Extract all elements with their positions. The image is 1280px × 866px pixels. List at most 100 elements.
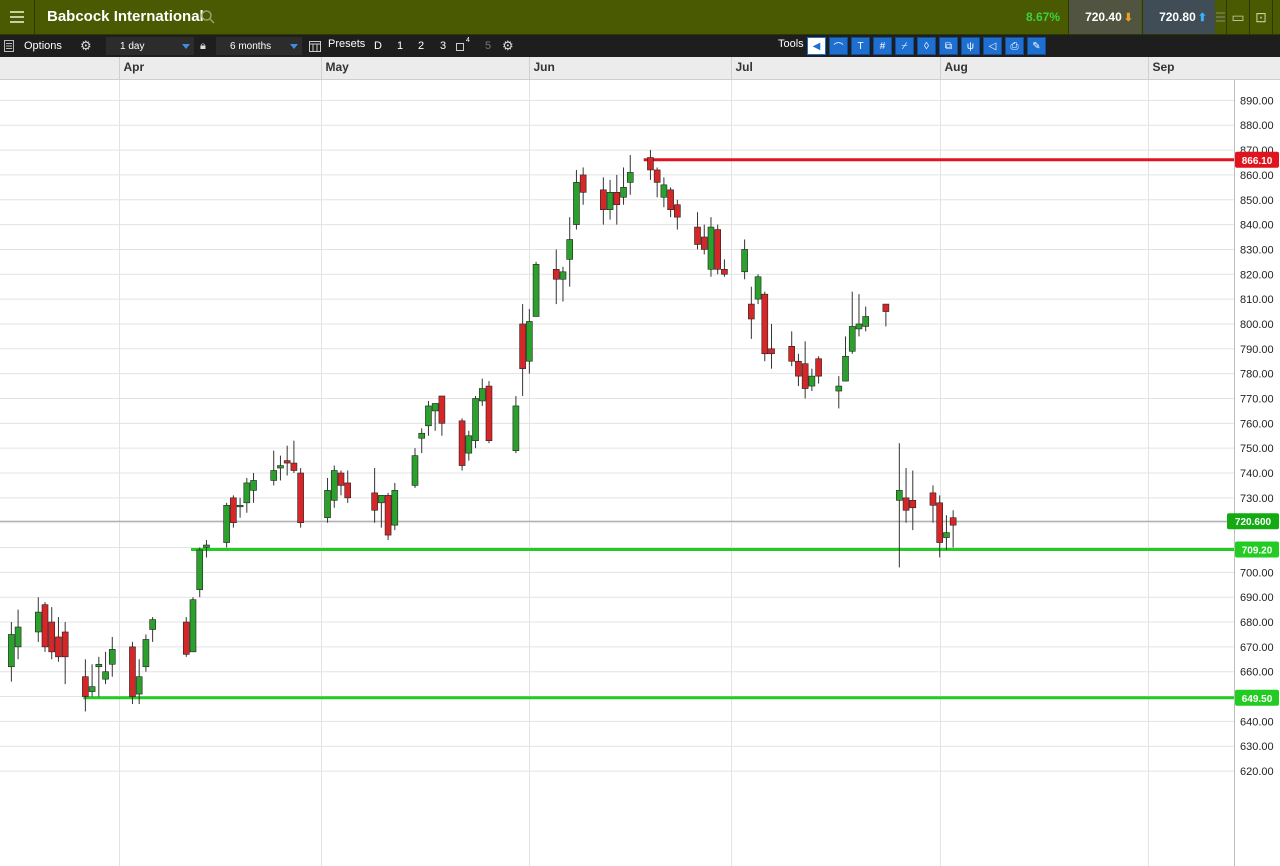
candle-body <box>411 455 419 486</box>
candle-body <box>613 192 621 206</box>
y-tick-label: 790.00 <box>1240 344 1274 356</box>
x-month-label: Jul <box>735 60 753 74</box>
svg-text:649.50: 649.50 <box>1242 694 1273 705</box>
candle-body <box>425 405 432 427</box>
candle-body <box>230 497 237 523</box>
menu-icon[interactable] <box>0 0 35 34</box>
candle-body <box>129 646 136 697</box>
y-tick-label: 840.00 <box>1240 220 1274 232</box>
svg-text:720.600: 720.600 <box>1235 517 1272 528</box>
preset-settings-icon[interactable]: ⚙ <box>502 35 514 57</box>
channel-tool-icon[interactable]: ⧉ <box>939 37 958 55</box>
buy-price: 720.80 <box>1159 10 1196 24</box>
search-icon[interactable] <box>200 9 216 25</box>
preset-2-button[interactable]: 2 <box>418 35 424 57</box>
y-tick-label: 770.00 <box>1240 393 1274 405</box>
x-month-separator <box>731 57 732 79</box>
candle-body <box>512 405 520 451</box>
drag-handle-icon[interactable] <box>1215 0 1226 34</box>
y-tick-label: 690.00 <box>1240 592 1274 604</box>
tools-label: Tools <box>778 38 804 50</box>
lock-icon[interactable]: 🔒︎ <box>200 35 206 57</box>
candle-body <box>290 462 298 471</box>
y-tick-label: 820.00 <box>1240 269 1274 281</box>
candle-body <box>647 157 654 171</box>
y-tick-label: 740.00 <box>1240 468 1274 480</box>
candle-body <box>862 316 869 327</box>
candle-body <box>532 264 540 317</box>
fibonacci-tool-icon[interactable]: ⌿ <box>895 37 914 55</box>
close-icon[interactable]: ✕ <box>1272 0 1280 34</box>
candle-body <box>88 686 96 692</box>
y-tick-label: 660.00 <box>1240 667 1274 679</box>
text-tool-icon[interactable]: T <box>851 37 870 55</box>
y-tick-label: 700.00 <box>1240 567 1274 579</box>
calendar-icon[interactable] <box>309 35 321 57</box>
grid-tool-icon[interactable]: # <box>873 37 892 55</box>
sell-price-button[interactable]: 720.40 ⬇ <box>1068 0 1141 34</box>
preset-5-button[interactable]: 5 <box>485 35 491 57</box>
y-tick-label: 880.00 <box>1240 120 1274 132</box>
candle-body <box>936 502 943 543</box>
candle-body <box>485 385 493 442</box>
back-arrow-icon[interactable]: ◀ <box>807 37 826 55</box>
candle-body <box>108 649 116 665</box>
candle-body <box>559 271 567 280</box>
candle-body <box>653 169 661 183</box>
candle-body <box>283 460 291 464</box>
options-button[interactable]: Options <box>24 35 62 57</box>
y-tick-label: 670.00 <box>1240 642 1274 654</box>
interval-select[interactable]: 1 day <box>106 37 194 55</box>
maximize-icon[interactable]: ⊡ <box>1249 0 1272 34</box>
candle-body <box>149 619 156 630</box>
options-icon[interactable] <box>4 35 14 57</box>
candle-body <box>573 182 580 225</box>
minimize-icon[interactable]: ▭ <box>1226 0 1249 34</box>
y-tick-label: 680.00 <box>1240 617 1274 629</box>
candle-body <box>330 470 338 501</box>
print-icon[interactable]: ⎙ <box>1005 37 1024 55</box>
x-month-separator <box>940 57 941 79</box>
curve-tool-icon[interactable]: ⌒ <box>829 37 848 55</box>
candle-body <box>660 184 668 198</box>
x-month-label: May <box>325 60 349 74</box>
candle-body <box>788 346 796 362</box>
candle-body <box>552 269 560 280</box>
candle-body <box>223 504 230 543</box>
label-tool-icon[interactable]: ◁ <box>983 37 1002 55</box>
preset-1-button[interactable]: 1 <box>397 35 403 57</box>
y-tick-label: 730.00 <box>1240 493 1274 505</box>
candle-body <box>943 532 950 538</box>
candle-body <box>620 187 627 198</box>
marker-tool-icon[interactable]: ◊ <box>917 37 936 55</box>
candle-body <box>526 321 533 362</box>
settings-gear-icon[interactable]: ⚙ <box>80 35 92 57</box>
wrench-icon[interactable]: ✎ <box>1027 37 1046 55</box>
range-select[interactable]: 6 months <box>216 37 302 55</box>
price-chart[interactable]: 890.00880.00870.00860.00850.00840.00830.… <box>0 80 1280 866</box>
candle-body <box>566 239 574 260</box>
candle-body <box>896 490 903 501</box>
sell-arrow-icon: ⬇ <box>1123 11 1133 24</box>
y-tick-label: 620.00 <box>1240 766 1274 778</box>
candle-body <box>458 420 466 466</box>
candle-body <box>41 604 49 648</box>
candle-body <box>102 671 109 680</box>
buy-price-button[interactable]: 720.80 ⬆ <box>1142 0 1215 34</box>
y-tick-label: 850.00 <box>1240 195 1274 207</box>
candle-body <box>929 492 937 506</box>
candle-body <box>270 470 278 481</box>
candle-body <box>519 323 526 369</box>
pitchfork-tool-icon[interactable]: ψ <box>961 37 980 55</box>
preset-3-button[interactable]: 3 <box>440 35 446 57</box>
preset-d-button[interactable]: D <box>374 35 382 57</box>
candle-body <box>391 490 399 526</box>
candle-body <box>135 676 143 695</box>
preset-4-button[interactable]: 4 <box>456 35 470 57</box>
y-tick-label: 760.00 <box>1240 418 1274 430</box>
candle-body <box>754 276 762 300</box>
candle-body <box>8 634 15 668</box>
presets-label: Presets <box>328 38 366 50</box>
candle-body <box>344 482 352 499</box>
x-month-label: Sep <box>1152 60 1175 74</box>
